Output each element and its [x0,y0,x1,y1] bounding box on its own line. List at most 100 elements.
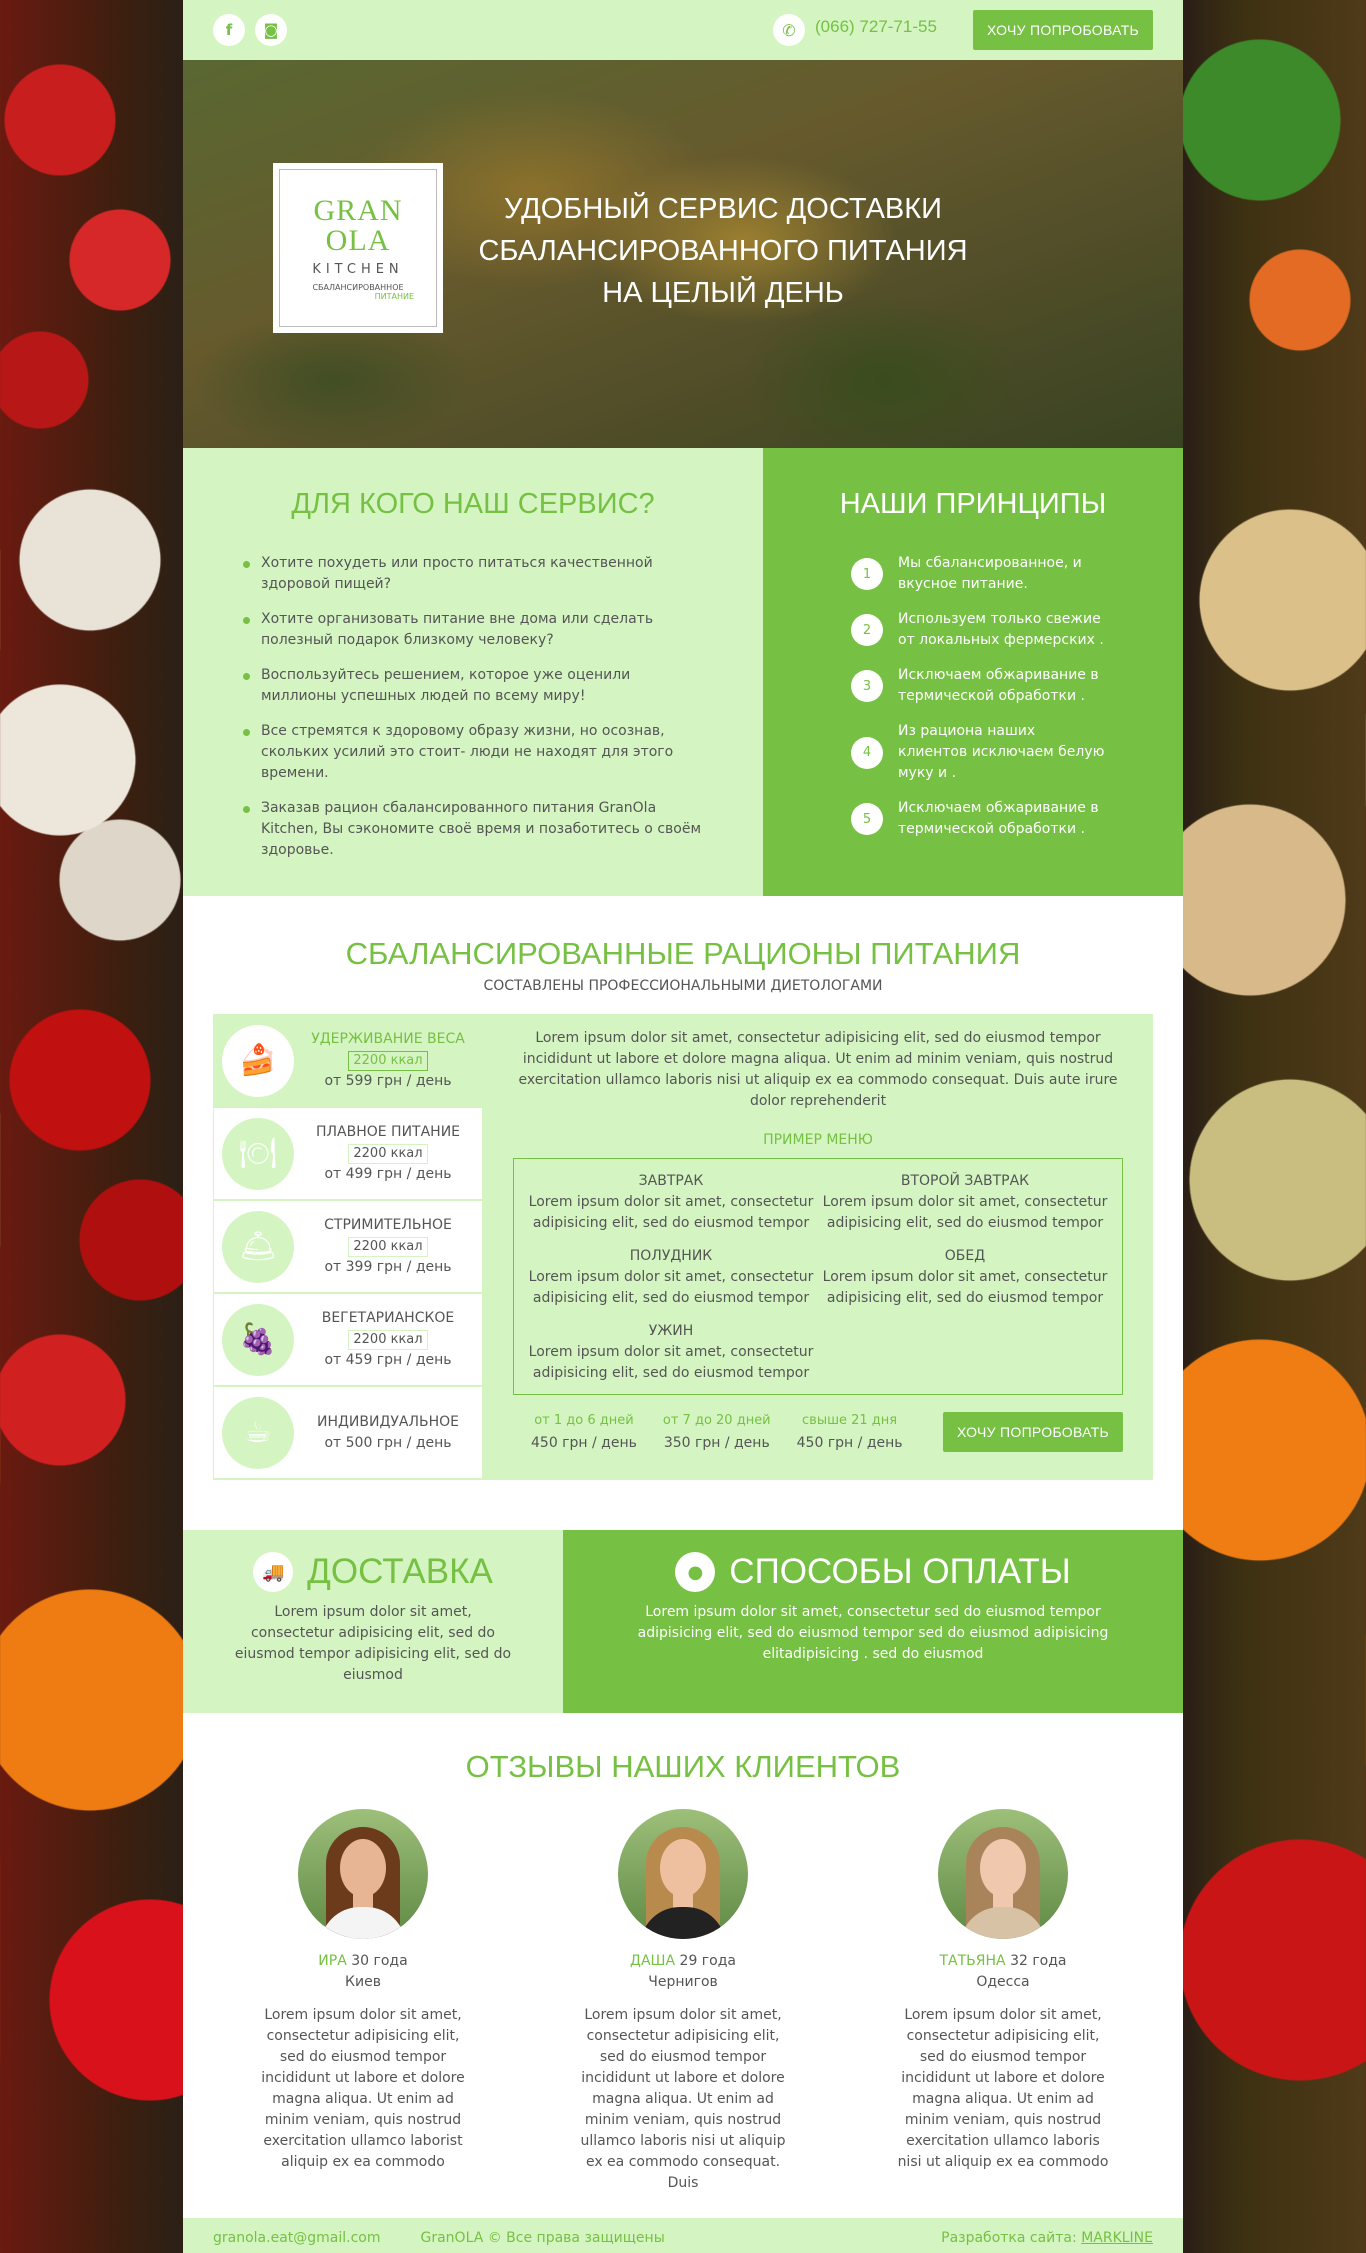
principle-number: 4 [851,736,883,769]
reviews-title: ОТЗЫВЫ НАШИХ КЛИЕНТОВ [465,1749,901,1784]
principle-number: 5 [851,803,883,835]
meal-text: Lorem ipsum dolor sit amet, consectetur … [528,1344,814,1381]
hero-banner: GRAN OLA KITCHEN СБАЛАНСИРОВАННОЕ ПИТАНИ… [183,60,1183,448]
fruit-icon: 🍇 [222,1303,294,1376]
payment-text: Lorem ipsum dolor sit amet, consectetur … [637,1604,1109,1662]
who-item: Хотите организовать питание вне дома или… [243,609,703,651]
reviewer-name: ДАША [630,1953,676,1969]
cup-icon: ☕ [222,1396,294,1469]
meal-item: ПОЛУДНИК Lorem ipsum dolor sit amet, con… [524,1246,818,1309]
price-value: 450 грн / день [531,1435,637,1451]
principle-number: 3 [851,670,883,702]
ration-tab-fast[interactable]: 🛎 СТРИМИТЕЛЬНОЕ 2200 ккал от 399 грн / д… [213,1200,483,1293]
principle-item: 4 Из рациона наших клиентов исключаем бе… [851,721,1183,784]
reviewer-city: Киев [345,1974,381,1990]
meal-item: ЗАВТРАК Lorem ipsum dolor sit amet, cons… [524,1171,818,1234]
payment-title: СПОСОБЫ ОПЛАТЫ [729,1552,1071,1591]
price-option[interactable]: свыше 21 дня 450 грн / день [797,1409,903,1455]
principle-text: Мы сбалансированное, и вкусное питание. [898,555,1082,592]
principle-text: Из рациона наших клиентов исключаем белу… [898,723,1105,781]
try-button-top[interactable]: ХОЧУ ПОПРОБОВАТЬ [973,10,1153,50]
rations-subtitle: СОСТАВЛЕНЫ ПРОФЕССИОНАЛЬНЫМИ ДИЕТОЛОГАМИ [483,978,883,994]
plate-icon: 🍽 [222,1117,294,1190]
try-button-rations[interactable]: ХОЧУ ПОПРОБОВАТЬ [943,1412,1123,1452]
delivery-payment-section: 🚚 ДОСТАВКА Lorem ipsum dolor sit amet, c… [183,1530,1183,1713]
ration-tab-price: от 399 грн / день [324,1259,452,1275]
meal-text: Lorem ipsum dolor sit amet, consectetur … [528,1194,814,1231]
who-item: Заказав рацион сбалансированного питания… [243,798,703,861]
rations-section: СБАЛАНСИРОВАННЫЕ РАЦИОНЫ ПИТАНИЯ СОСТАВЛ… [183,896,1183,1530]
phone-number[interactable]: (066) 727-71-55 [815,17,937,37]
meal-item: ВТОРОЙ ЗАВТРАК Lorem ipsum dolor sit ame… [818,1171,1112,1234]
reviewer-age: 30 года [351,1953,408,1969]
rations-title: СБАЛАНСИРОВАННЫЕ РАЦИОНЫ ПИТАНИЯ [345,936,1021,971]
menu-title: ПРИМЕР МЕНЮ [763,1132,873,1148]
footer-copyright: GranOLA © Все права защищены [420,2230,665,2246]
principle-item: 5 Исключаем обжаривание в термической об… [851,798,1183,840]
principle-number: 1 [851,558,883,590]
ration-tab-price: от 500 грн / день [324,1434,452,1451]
logo-subtitle: СБАЛАНСИРОВАННОЕ [312,282,404,292]
who-title: ДЛЯ КОГО НАШ СЕРВИС? [291,488,655,520]
review-text: Lorem ipsum dolor sit amet, consectetur … [580,2007,786,2191]
ration-tab-weight-keeping[interactable]: 🍰 УДЕРЖИВАНИЕ ВЕСА 2200 ккал от 599 грн … [213,1014,483,1107]
principle-item: 1 Мы сбалансированное, и вкусное питание… [851,553,1183,595]
avatar [938,1809,1068,1939]
meal-item: УЖИН Lorem ipsum dolor sit amet, consect… [524,1321,818,1384]
review-card: ДАША 29 года Чернигов Lorem ipsum dolor … [573,1809,793,2194]
delivery-text: Lorem ipsum dolor sit amet, consectetur … [234,1604,512,1683]
meal-name: ЗАВТРАК [638,1173,704,1189]
hero-title-line: НА ЦЕЛЫЙ ДЕНЬ [602,277,844,309]
instagram-icon[interactable]: ◙ [255,14,287,46]
ration-tab-kcal: 2200 ккал [348,1051,428,1071]
who-principles-section: ДЛЯ КОГО НАШ СЕРВИС? Хотите похудеть или… [183,448,1183,896]
coins-icon: ● [675,1552,716,1592]
meal-text: Lorem ipsum dolor sit amet, consectetur … [822,1194,1108,1231]
footer: granola.eat@gmail.com GranOLA © Все прав… [183,2218,1183,2253]
review-card: ТАТЬЯНА 32 года Одесса Lorem ipsum dolor… [893,1809,1113,2194]
price-option[interactable]: от 1 до 6 дней 450 грн / день [513,1409,637,1455]
ration-tab-smooth[interactable]: 🍽 ПЛАВНОЕ ПИТАНИЕ 2200 ккал от 499 грн /… [213,1107,483,1200]
logo-gran: GRAN [313,193,403,227]
price-range: свыше 21 дня [802,1413,898,1428]
ration-tab-kcal: 2200 ккал [348,1330,428,1350]
avatar [618,1809,748,1939]
footer-developer-link[interactable]: MARKLINE [1081,2230,1153,2246]
ration-tab-price: от 599 грн / день [324,1073,452,1089]
logo-kitchen: KITCHEN [312,261,404,277]
meal-name: ВТОРОЙ ЗАВТРАК [900,1173,1030,1189]
ration-tab-price: от 499 грн / день [324,1166,452,1182]
who-item: Воспользуйтесь решением, которое уже оце… [243,665,703,707]
facebook-icon[interactable]: f [213,14,245,46]
rations-panel: 🍰 УДЕРЖИВАНИЕ ВЕСА 2200 ккал от 599 грн … [213,1014,1153,1480]
footer-developer: Разработка сайта: MARKLINE [941,2230,1153,2246]
reviewer-age: 29 года [679,1953,736,1969]
ration-tab-name: УДЕРЖИВАНИЕ ВЕСА [311,1031,465,1047]
menu-box: ЗАВТРАК Lorem ipsum dolor sit amet, cons… [513,1158,1123,1395]
delivery-title: ДОСТАВКА [307,1552,493,1591]
principles-section: НАШИ ПРИНЦИПЫ 1 Мы сбалансированное, и в… [763,448,1183,896]
reviewer-name: ТАТЬЯНА [939,1953,1006,1969]
footer-developer-label: Разработка сайта: [941,2230,1077,2246]
top-bar: f ◙ ✆ (066) 727-71-55 ХОЧУ ПОПРОБОВАТЬ [183,0,1183,60]
ration-tab-name: ПЛАВНОЕ ПИТАНИЕ [315,1124,461,1140]
principle-text: Используем только свежие от локальных фе… [898,611,1104,648]
ration-tab-price: от 459 грн / день [324,1352,452,1368]
payment-section: ● СПОСОБЫ ОПЛАТЫ Lorem ipsum dolor sit a… [563,1530,1183,1713]
hero-title: УДОБНЫЙ СЕРВИС ДОСТАВКИ СБАЛАНСИРОВАННОГ… [473,188,973,314]
who-item: Все стремятся к здоровому образу жизни, … [243,721,703,784]
reviews-section: ОТЗЫВЫ НАШИХ КЛИЕНТОВ ИРА 30 года Киев L… [183,1713,1183,2218]
hero-title-line: СБАЛАНСИРОВАННОГО ПИТАНИЯ [478,235,968,267]
review-text: Lorem ipsum dolor sit amet, consectetur … [261,2007,465,2170]
price-option[interactable]: от 7 до 20 дней 350 грн / день [663,1409,771,1455]
review-text: Lorem ipsum dolor sit amet, consectetur … [897,2007,1109,2170]
logo[interactable]: GRAN OLA KITCHEN СБАЛАНСИРОВАННОЕ ПИТАНИ… [273,163,443,333]
reviewer-city: Одесса [976,1974,1030,1990]
principle-text: Исключаем обжаривание в термической обра… [898,667,1099,704]
ration-tab-vegetarian[interactable]: 🍇 ВЕГЕТАРИАНСКОЕ 2200 ккал от 459 грн / … [213,1293,483,1386]
footer-email[interactable]: granola.eat@gmail.com [213,2230,381,2246]
logo-subtitle-2: ПИТАНИЕ [374,291,414,301]
ration-tab-name: ВЕГЕТАРИАНСКОЕ [321,1310,455,1326]
ration-tab-individual[interactable]: ☕ ИНДИВИДУАЛЬНОЕ от 500 грн / день [213,1386,483,1479]
meal-name: ОБЕД [944,1248,986,1264]
